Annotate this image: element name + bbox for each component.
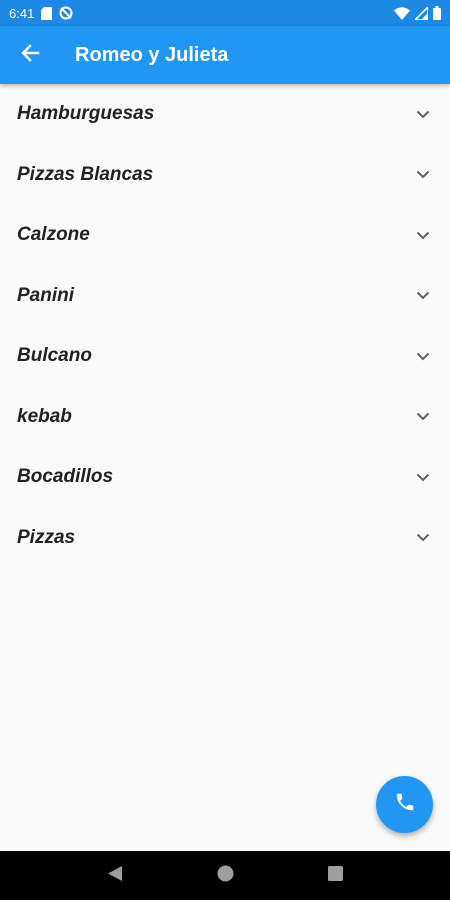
screen: 6:41 Romeo y Julieta Hamburguesas Pizzas… (0, 0, 450, 900)
chevron-down-icon[interactable] (416, 291, 430, 300)
chevron-down-icon[interactable] (416, 352, 430, 361)
recents-square-icon (327, 865, 343, 886)
menu-item-pizzas-blancas[interactable]: Pizzas Blancas (0, 145, 450, 206)
menu-item-pizzas[interactable]: Pizzas (0, 508, 450, 569)
nav-home-button[interactable] (200, 851, 250, 900)
menu-item-label: Calzone (17, 224, 90, 246)
menu-item-label: Hamburguesas (17, 103, 155, 125)
back-button[interactable] (0, 26, 60, 84)
home-circle-icon (217, 865, 234, 887)
phone-icon (394, 791, 416, 818)
status-bar: 6:41 (0, 0, 450, 26)
status-left: 6:41 (9, 6, 73, 21)
menu-item-panini[interactable]: Panini (0, 266, 450, 327)
menu-item-hamburguesas[interactable]: Hamburguesas (0, 84, 450, 145)
menu-item-label: Panini (17, 284, 75, 306)
menu-list: Hamburguesas Pizzas Blancas Calzone Pani… (0, 84, 450, 568)
menu-item-kebab[interactable]: kebab (0, 387, 450, 448)
navigation-bar (0, 851, 450, 900)
menu-item-label: Pizzas (17, 526, 76, 548)
status-time: 6:41 (9, 5, 35, 21)
menu-item-label: Pizzas Blancas (17, 163, 154, 185)
menu-item-label: Bulcano (17, 345, 92, 367)
chevron-down-icon[interactable] (416, 110, 430, 119)
sync-off-icon (59, 6, 73, 20)
status-right (394, 6, 441, 20)
menu-item-bulcano[interactable]: Bulcano (0, 326, 450, 387)
chevron-down-icon[interactable] (416, 412, 430, 421)
chevron-down-icon[interactable] (416, 473, 430, 482)
arrow-back-icon (20, 43, 40, 68)
signal-icon (415, 6, 428, 20)
menu-item-label: Bocadillos (17, 466, 114, 488)
app-bar: Romeo y Julieta (0, 26, 450, 84)
chevron-down-icon[interactable] (416, 170, 430, 179)
call-button[interactable] (376, 776, 433, 833)
chevron-down-icon[interactable] (416, 231, 430, 240)
battery-icon (433, 6, 441, 20)
menu-item-calzone[interactable]: Calzone (0, 205, 450, 266)
page-title: Romeo y Julieta (75, 43, 229, 66)
wifi-icon (394, 6, 410, 20)
nav-recents-button[interactable] (310, 851, 360, 900)
chevron-down-icon[interactable] (416, 533, 430, 542)
menu-item-bocadillos[interactable]: Bocadillos (0, 447, 450, 508)
menu-item-label: kebab (17, 405, 72, 427)
nav-back-button[interactable] (90, 851, 140, 900)
back-triangle-icon (107, 865, 123, 887)
sd-card-icon (41, 6, 53, 20)
